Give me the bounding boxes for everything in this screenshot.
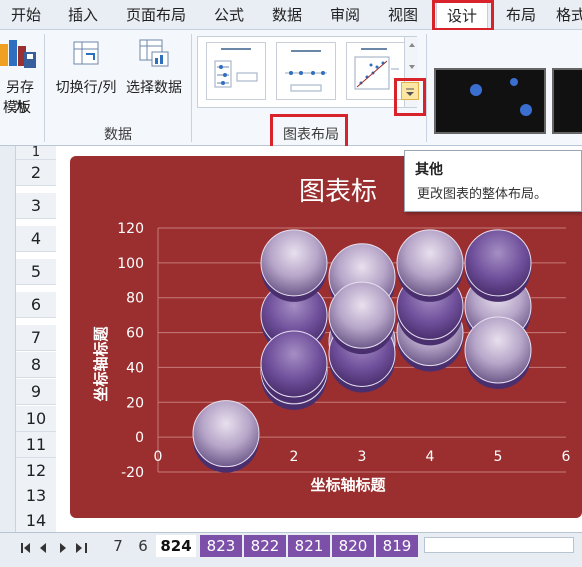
save-as-template-label-line2: 模板 xyxy=(3,100,31,116)
y-axis-title[interactable]: 坐标轴标题 xyxy=(92,326,110,402)
row-header[interactable]: 8 xyxy=(16,352,56,378)
save-as-template-icon[interactable] xyxy=(0,36,38,70)
switch-row-column-button[interactable]: 切换行/列 xyxy=(52,78,120,98)
chart-title[interactable]: 图表标 xyxy=(299,177,377,207)
chart-layouts-gallery xyxy=(197,36,418,108)
select-data-button[interactable]: 选择数据 xyxy=(122,78,186,98)
sheet-tab-active[interactable]: 824 xyxy=(156,535,196,557)
row-header[interactable]: 1 xyxy=(16,146,56,160)
data-point[interactable] xyxy=(328,281,396,349)
sheet-tab[interactable]: 822 xyxy=(244,535,286,557)
row-header[interactable]: 5 xyxy=(16,259,56,285)
horizontal-scrollbar[interactable] xyxy=(424,537,574,553)
row-header[interactable]: 12 xyxy=(16,458,56,484)
row-header[interactable]: 7 xyxy=(16,325,56,351)
y-tick-label: 0 xyxy=(135,430,144,446)
highlight-more-button xyxy=(394,78,426,116)
y-tick-label: 20 xyxy=(126,395,144,411)
data-points xyxy=(192,229,532,473)
chart-style-option[interactable] xyxy=(552,68,582,134)
ribbon-tab-bar: 开始 插入 页面布局 公式 数据 审阅 视图 设计 布局 格式 xyxy=(0,0,582,30)
data-point[interactable] xyxy=(464,316,532,384)
sheet-tab[interactable]: 819 xyxy=(376,535,418,557)
x-tick-label: 5 xyxy=(494,449,503,465)
row-header[interactable]: 9 xyxy=(16,379,56,405)
ribbon-separator xyxy=(426,34,427,142)
x-axis-title[interactable]: 坐标轴标题 xyxy=(310,476,386,494)
x-tick-label: 6 xyxy=(562,449,571,465)
left-strip xyxy=(0,146,16,532)
tab-view[interactable]: 视图 xyxy=(378,0,428,30)
data-point[interactable] xyxy=(464,229,532,297)
tab-home[interactable]: 开始 xyxy=(0,0,52,30)
y-tick-label: -20 xyxy=(121,465,144,481)
x-tick-label: 2 xyxy=(290,449,299,465)
ribbon-separator xyxy=(44,34,45,142)
tooltip-description: 更改图表的整体布局。 xyxy=(417,187,548,202)
data-point[interactable] xyxy=(260,229,328,297)
y-tick-label: 40 xyxy=(126,360,144,376)
data-point[interactable] xyxy=(260,330,328,398)
tab-insert[interactable]: 插入 xyxy=(58,0,108,30)
x-tick-label: 4 xyxy=(426,449,435,465)
y-tick-label: 100 xyxy=(117,256,144,272)
worksheet-cells[interactable] xyxy=(56,146,70,532)
row-header[interactable]: 3 xyxy=(16,193,56,219)
chart-layout-thumb[interactable] xyxy=(206,42,266,100)
y-tick-label: 60 xyxy=(126,326,144,342)
highlight-design-tab xyxy=(432,0,494,31)
tab-layout[interactable]: 布局 xyxy=(496,0,546,30)
switch-row-column-icon[interactable] xyxy=(70,38,102,68)
row-header[interactable]: 11 xyxy=(16,432,56,458)
sheet-tab[interactable]: 821 xyxy=(288,535,330,557)
row-header[interactable]: 14 xyxy=(16,508,56,534)
y-tick-label: 120 xyxy=(117,221,144,237)
ribbon-separator xyxy=(191,34,192,142)
sheet-tab-bar: 7 6 824 823 822 821 820 819 xyxy=(0,532,582,567)
y-tick-label: 80 xyxy=(126,291,144,307)
tab-review[interactable]: 审阅 xyxy=(320,0,370,30)
chart-style-option[interactable] xyxy=(434,68,546,134)
tab-format[interactable]: 格式 xyxy=(556,0,582,30)
sheet-nav-arrows[interactable] xyxy=(20,541,90,555)
x-tick-label: 0 xyxy=(154,449,163,465)
tab-formulas[interactable]: 公式 xyxy=(204,0,254,30)
row-header[interactable]: 10 xyxy=(16,406,56,432)
sheet-tab[interactable]: 7 xyxy=(104,535,132,557)
tab-data[interactable]: 数据 xyxy=(262,0,312,30)
sheet-tab[interactable]: 820 xyxy=(332,535,374,557)
tab-page-layout[interactable]: 页面布局 xyxy=(118,0,194,30)
data-point[interactable] xyxy=(192,400,260,468)
sheet-tab[interactable]: 823 xyxy=(200,535,242,557)
highlight-chart-layouts xyxy=(270,114,348,150)
tooltip-more: 其他 更改图表的整体布局。 xyxy=(404,150,582,212)
data-group-label: 数据 xyxy=(104,127,132,143)
row-header[interactable]: 6 xyxy=(16,292,56,318)
row-header[interactable]: 13 xyxy=(16,483,56,509)
data-point[interactable] xyxy=(396,229,464,297)
x-tick-label: 3 xyxy=(358,449,367,465)
select-data-icon[interactable] xyxy=(138,38,170,68)
row-header[interactable]: 4 xyxy=(16,226,56,252)
chart-layout-thumb[interactable] xyxy=(276,42,336,100)
row-header[interactable]: 2 xyxy=(16,160,56,186)
tooltip-title: 其他 xyxy=(415,162,443,178)
sheet-tab[interactable]: 6 xyxy=(132,535,154,557)
